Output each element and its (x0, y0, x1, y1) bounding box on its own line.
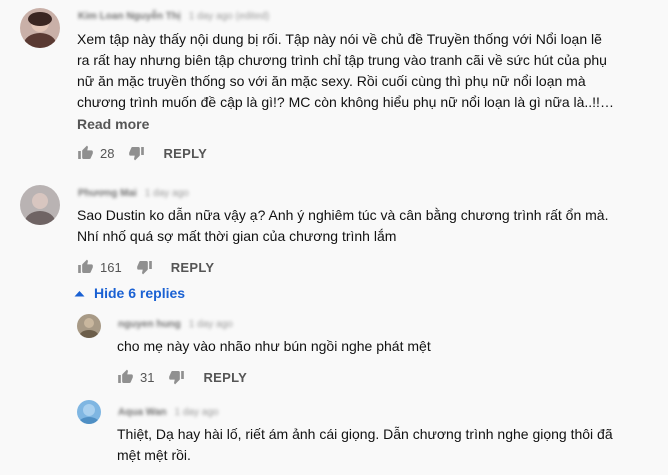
like-icon[interactable] (77, 145, 94, 161)
like-count: 28 (100, 145, 115, 161)
comment-timestamp[interactable]: 1 day ago (edited) (189, 11, 270, 22)
reply-button[interactable]: REPLY (163, 146, 207, 161)
reply-author[interactable]: nguyen hung (118, 319, 181, 330)
comment-text: Xem tập này thấy nội dung bị rối. Tập nà… (77, 31, 614, 110)
comment-timestamp[interactable]: 1 day ago (145, 188, 189, 199)
reply-text: cho mẹ này vào nhão như bún ngồi nghe ph… (117, 338, 431, 354)
reply-text: Thiệt, Dạ hay hài lố, riết ám ảnh cái gi… (117, 426, 613, 463)
comment-author[interactable]: Kim Loan Nguyễn Thị (78, 11, 181, 22)
reply-timestamp[interactable]: 1 day ago (175, 407, 219, 418)
avatar[interactable] (20, 185, 60, 225)
dislike-icon[interactable] (136, 259, 153, 275)
comment-author[interactable]: Phương Mai (78, 188, 137, 199)
like-icon[interactable] (117, 369, 134, 385)
reply-timestamp[interactable]: 1 day ago (189, 319, 233, 330)
avatar[interactable] (77, 314, 101, 338)
reply-button[interactable]: REPLY (171, 260, 215, 275)
dislike-icon[interactable] (128, 145, 145, 161)
reply-author[interactable]: Aqua Wan (118, 407, 167, 418)
like-count: 161 (100, 259, 122, 275)
chevron-up-icon (74, 290, 85, 296)
avatar[interactable] (20, 8, 60, 48)
like-icon[interactable] (77, 259, 94, 275)
like-count: 31 (140, 369, 155, 385)
dislike-icon[interactable] (168, 369, 185, 385)
read-more-button[interactable]: Read more (77, 116, 149, 132)
hide-replies-label: Hide 6 replies (94, 285, 186, 301)
hide-replies-button[interactable]: Hide 6 replies (74, 285, 185, 301)
comment-text: Sao Dustin ko dẫn nữa vậy ạ? Anh ý nghiê… (77, 207, 609, 244)
reply-button[interactable]: REPLY (203, 370, 247, 385)
avatar[interactable] (77, 400, 101, 424)
